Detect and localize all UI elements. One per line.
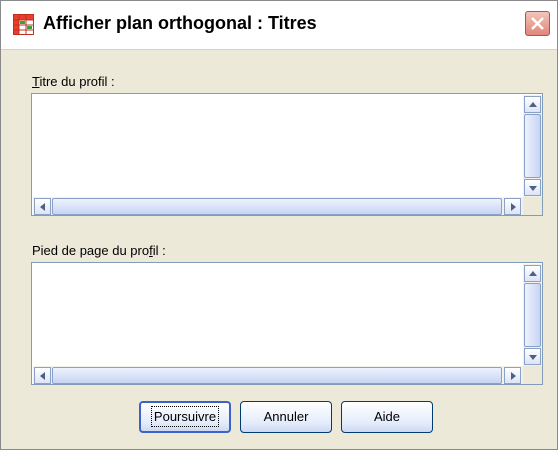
profile-title-label-post: itre du profil : [39,74,115,89]
dialog-window: Afficher plan orthogonal : Titres Titre … [0,0,558,450]
help-button-label: Aide [373,409,401,424]
help-button[interactable]: Aide [341,401,433,433]
profile-footer-field[interactable] [31,262,543,385]
continue-button-label: Poursuivre [150,406,220,427]
profile-title-hscrollbar[interactable] [33,197,523,215]
scroll-thumb-horizontal[interactable] [52,367,502,384]
title-bar[interactable]: Afficher plan orthogonal : Titres [1,1,557,50]
window-title: Afficher plan orthogonal : Titres [43,13,317,33]
profile-title-label: Titre du profil : [32,74,115,89]
scroll-up-button[interactable] [524,96,541,113]
continue-button[interactable]: Poursuivre [139,401,231,433]
profile-footer-label-pre: Pied de page du pro [32,243,150,258]
scroll-thumb-horizontal[interactable] [52,198,502,215]
cancel-button-label: Annuler [263,409,309,424]
profile-footer-label: Pied de page du profil : [32,243,166,258]
scroll-down-button[interactable] [524,179,541,196]
scroll-down-button[interactable] [524,348,541,365]
close-button[interactable] [525,11,550,36]
scroll-corner [523,197,542,215]
scroll-left-button[interactable] [34,198,51,215]
scroll-thumb-vertical[interactable] [524,114,541,178]
profile-title-field[interactable] [31,93,543,216]
profile-footer-label-post: il : [152,243,166,258]
scroll-up-button[interactable] [524,265,541,282]
scroll-thumb-vertical[interactable] [524,283,541,347]
spreadsheet-icon [13,14,34,35]
profile-footer-hscrollbar[interactable] [33,366,523,384]
cancel-button[interactable]: Annuler [240,401,332,433]
scroll-corner [523,366,542,384]
profile-title-vscrollbar[interactable] [523,95,542,197]
scroll-right-button[interactable] [504,367,521,384]
scroll-left-button[interactable] [34,367,51,384]
scroll-right-button[interactable] [504,198,521,215]
profile-footer-vscrollbar[interactable] [523,264,542,366]
